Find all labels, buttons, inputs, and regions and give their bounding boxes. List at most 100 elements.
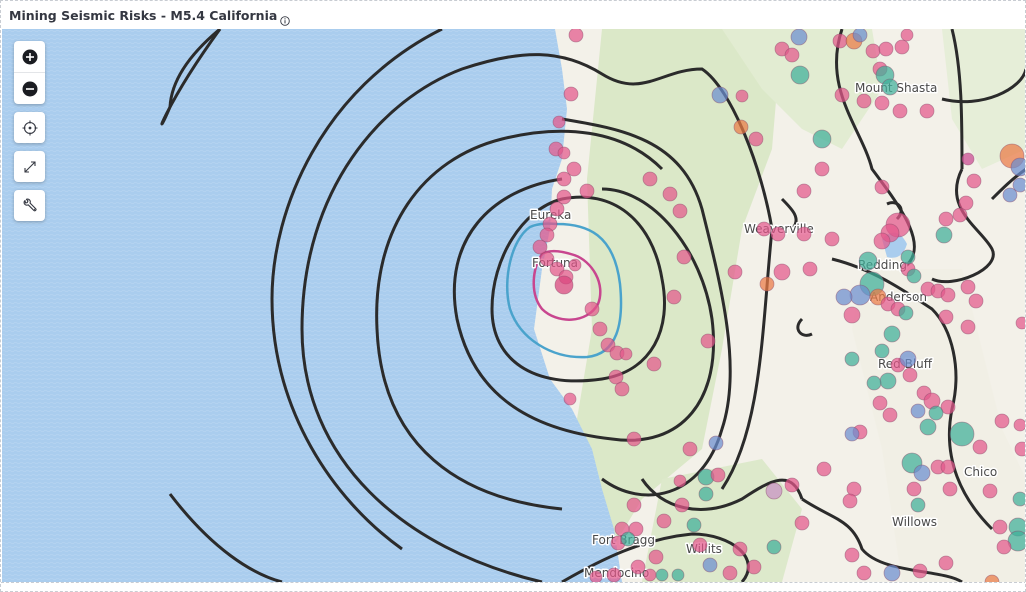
crosshair-icon bbox=[22, 120, 37, 135]
mine-point bbox=[842, 493, 858, 509]
mine-point bbox=[961, 152, 975, 166]
mine-point bbox=[856, 565, 872, 581]
locate-button[interactable] bbox=[14, 112, 45, 143]
mine-point bbox=[784, 477, 800, 493]
mine-point bbox=[686, 517, 702, 533]
mine-point bbox=[856, 93, 872, 109]
mine-point bbox=[748, 131, 764, 147]
mine-point bbox=[655, 568, 669, 582]
mine-point bbox=[539, 227, 555, 243]
mine-point bbox=[568, 258, 582, 272]
mine-point bbox=[843, 306, 861, 324]
mine-point bbox=[630, 559, 646, 575]
mine-point bbox=[872, 395, 888, 411]
mine-point bbox=[796, 226, 812, 242]
mine-point bbox=[766, 539, 782, 555]
zoom-in-button[interactable] bbox=[14, 41, 45, 72]
mine-point bbox=[935, 226, 953, 244]
fullscreen-button[interactable] bbox=[14, 151, 45, 182]
fullscreen-control bbox=[14, 151, 45, 182]
mine-point bbox=[894, 39, 910, 55]
mine-point bbox=[913, 464, 931, 482]
mine-point bbox=[711, 86, 729, 104]
mine-point bbox=[700, 333, 716, 349]
mine-point bbox=[1012, 177, 1025, 193]
minus-circle-icon bbox=[22, 81, 37, 96]
mine-point bbox=[656, 513, 672, 529]
mine-point bbox=[966, 173, 982, 189]
plus-circle-icon bbox=[22, 49, 37, 64]
mine-point bbox=[881, 78, 899, 96]
mine-point bbox=[698, 486, 714, 502]
panel-header: Mining Seismic Risks - M5.4 California bbox=[1, 1, 1025, 29]
mine-point bbox=[672, 203, 688, 219]
mine-point bbox=[646, 356, 662, 372]
mine-point bbox=[563, 392, 577, 406]
mine-point bbox=[912, 563, 928, 579]
mine-point bbox=[892, 103, 908, 119]
mine-point bbox=[733, 119, 749, 135]
mine-point bbox=[960, 319, 976, 335]
mine-point bbox=[790, 29, 808, 46]
mine-point bbox=[592, 321, 608, 337]
mine-point bbox=[746, 559, 762, 575]
mine-point bbox=[874, 179, 890, 195]
zoom-controls bbox=[14, 41, 45, 104]
mine-point bbox=[790, 65, 810, 85]
mine-point bbox=[982, 483, 998, 499]
map-panel: Mining Seismic Risks - M5.4 California M… bbox=[0, 0, 1026, 592]
mine-point bbox=[866, 375, 882, 391]
mine-point bbox=[814, 161, 830, 177]
zoom-out-button[interactable] bbox=[14, 72, 45, 104]
mine-point bbox=[882, 407, 898, 423]
mine-point bbox=[1013, 418, 1025, 432]
mine-point bbox=[556, 171, 572, 187]
tools-button[interactable] bbox=[14, 190, 45, 221]
mine-point bbox=[824, 231, 840, 247]
mine-point bbox=[816, 461, 832, 477]
mine-point bbox=[620, 531, 636, 547]
mine-point bbox=[722, 565, 738, 581]
mine-point bbox=[702, 557, 718, 573]
mine-point bbox=[554, 275, 574, 295]
mine-point bbox=[1015, 316, 1025, 330]
mine-point bbox=[919, 103, 935, 119]
mine-point bbox=[910, 403, 926, 419]
mine-point bbox=[756, 221, 772, 237]
mine-point bbox=[874, 95, 890, 111]
mine-point bbox=[673, 474, 687, 488]
mine-point bbox=[900, 29, 914, 42]
mine-point bbox=[606, 567, 622, 582]
mine-point bbox=[849, 284, 871, 306]
info-circle-icon[interactable] bbox=[280, 11, 291, 26]
mine-point bbox=[906, 481, 922, 497]
mine-point bbox=[852, 29, 868, 43]
mine-point bbox=[844, 426, 860, 442]
mine-point bbox=[802, 261, 818, 277]
mine-point bbox=[674, 497, 690, 513]
mine-point bbox=[992, 519, 1008, 535]
mine-point bbox=[552, 115, 566, 129]
mine-point bbox=[883, 325, 901, 343]
expand-icon bbox=[23, 160, 36, 173]
mine-point bbox=[557, 146, 571, 160]
mine-point bbox=[844, 547, 860, 563]
mine-point bbox=[899, 350, 917, 368]
mine-point bbox=[682, 441, 698, 457]
mine-point bbox=[666, 289, 682, 305]
mine-point bbox=[727, 264, 743, 280]
bottom-strip bbox=[1, 582, 1025, 591]
mine-point bbox=[796, 183, 812, 199]
mine-point bbox=[589, 570, 603, 582]
mine-point bbox=[996, 539, 1012, 555]
mine-point bbox=[906, 268, 922, 284]
mine-point bbox=[949, 421, 975, 447]
mine-point bbox=[642, 171, 658, 187]
mine-point bbox=[940, 459, 956, 475]
mine-point bbox=[619, 347, 633, 361]
mine-point bbox=[832, 33, 848, 49]
map-canvas[interactable]: Mount Shasta Eureka Fortuna Weaverville … bbox=[2, 29, 1025, 582]
mine-point bbox=[972, 439, 988, 455]
mine-point bbox=[1014, 441, 1025, 457]
mine-point bbox=[549, 201, 565, 217]
